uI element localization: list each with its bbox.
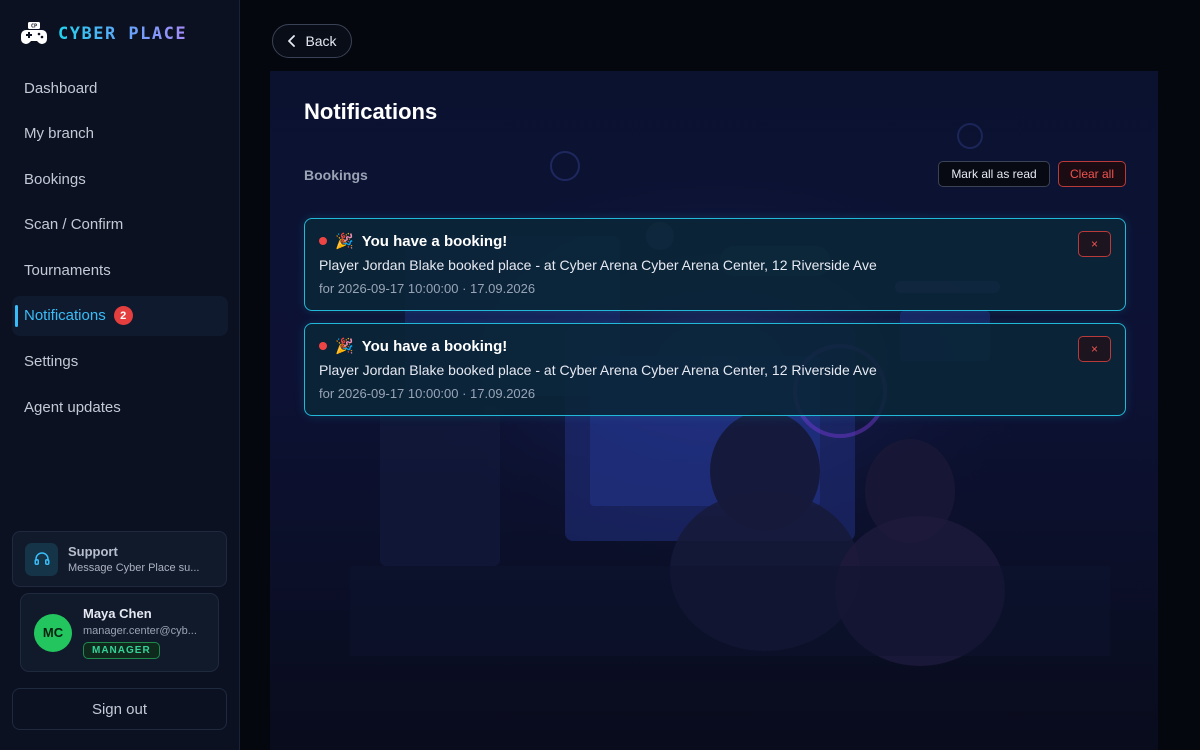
notification-title: You have a booking!	[361, 337, 508, 355]
sidebar-item-label: Scan / Confirm	[24, 216, 124, 234]
user-card: MC Maya Chen manager.center@cyb... MANAG…	[20, 593, 219, 672]
unread-dot	[319, 237, 327, 245]
sidebar-item-label: Tournaments	[24, 261, 111, 279]
notification-meta: for 2026-09-17 10:00:00 · 17.09.2026	[319, 281, 536, 296]
close-icon: ×	[1090, 237, 1098, 251]
sidebar-item-scan-confirm[interactable]: Scan / Confirm	[12, 205, 228, 245]
sidebar-item-bookings[interactable]: Bookings	[12, 159, 228, 199]
chevron-left-icon	[288, 35, 296, 47]
brand-name: CYBER PLACE	[58, 24, 188, 44]
notification-header: 🎉 You have a booking!	[319, 232, 507, 250]
back-button[interactable]: Back	[272, 24, 352, 58]
support-text: Support Message Cyber Place su...	[68, 544, 199, 574]
notification-body: Player Jordan Blake booked place - at Cy…	[319, 257, 877, 273]
sidebar: CP CYBER PLACE Dashboard My branch Booki…	[0, 0, 240, 750]
sidebar-item-my-branch[interactable]: My branch	[12, 114, 228, 154]
svg-text:CP: CP	[31, 24, 37, 30]
sidebar-item-tournaments[interactable]: Tournaments	[12, 250, 228, 290]
sidebar-item-settings[interactable]: Settings	[12, 342, 228, 382]
sidebar-nav: Dashboard My branch Bookings Scan / Conf…	[12, 68, 228, 433]
dismiss-notification-button[interactable]: ×	[1078, 336, 1111, 362]
user-name: Maya Chen	[83, 606, 152, 621]
headset-icon	[25, 542, 58, 576]
support-subtitle: Message Cyber Place su...	[68, 562, 200, 574]
sidebar-item-agent-updates[interactable]: Agent updates	[12, 387, 228, 427]
party-popper-icon: 🎉	[335, 338, 354, 355]
sign-out-button[interactable]: Sign out	[12, 688, 227, 730]
gamepad-icon: CP	[21, 22, 47, 44]
sidebar-item-label: Notifications	[24, 307, 106, 325]
user-info: Maya Chen manager.center@cyb... MANAGER	[83, 606, 197, 659]
back-label: Back	[305, 33, 337, 49]
role-badge: MANAGER	[83, 642, 160, 659]
sidebar-item-label: Agent updates	[24, 398, 121, 416]
user-email: manager.center@cyb...	[83, 625, 197, 637]
notification-card[interactable]: 🎉 You have a booking! Player Jordan Blak…	[304, 218, 1126, 311]
mark-all-read-button[interactable]: Mark all as read	[938, 161, 1050, 187]
unread-dot	[319, 342, 327, 350]
brand[interactable]: CP CYBER PLACE	[20, 18, 187, 50]
page-title: Notifications	[304, 99, 438, 124]
main-content: Back Notifications Bookings Mark all as …	[241, 0, 1200, 750]
support-title: Support	[68, 544, 118, 559]
sidebar-item-notifications[interactable]: Notifications 2	[12, 295, 228, 336]
notification-count-badge: 2	[113, 306, 133, 326]
party-popper-icon: 🎉	[335, 233, 354, 250]
dismiss-notification-button[interactable]: ×	[1078, 231, 1111, 257]
notification-title: You have a booking!	[361, 232, 508, 250]
support-card[interactable]: Support Message Cyber Place su...	[12, 531, 227, 587]
close-icon: ×	[1090, 342, 1098, 356]
sidebar-item-label: Dashboard	[24, 79, 98, 97]
avatar: MC	[34, 613, 72, 652]
clear-all-button[interactable]: Clear all	[1058, 161, 1126, 187]
sidebar-item-dashboard[interactable]: Dashboard	[12, 68, 228, 108]
section-label-bookings: Bookings	[304, 167, 368, 183]
sidebar-item-label: Settings	[24, 353, 79, 371]
notification-header: 🎉 You have a booking!	[319, 337, 507, 355]
notification-meta: for 2026-09-17 10:00:00 · 17.09.2026	[319, 386, 536, 401]
sidebar-item-label: Bookings	[24, 170, 86, 188]
notification-card[interactable]: 🎉 You have a booking! Player Jordan Blak…	[304, 323, 1126, 416]
sidebar-item-label: My branch	[24, 125, 95, 143]
notification-body: Player Jordan Blake booked place - at Cy…	[319, 362, 877, 378]
